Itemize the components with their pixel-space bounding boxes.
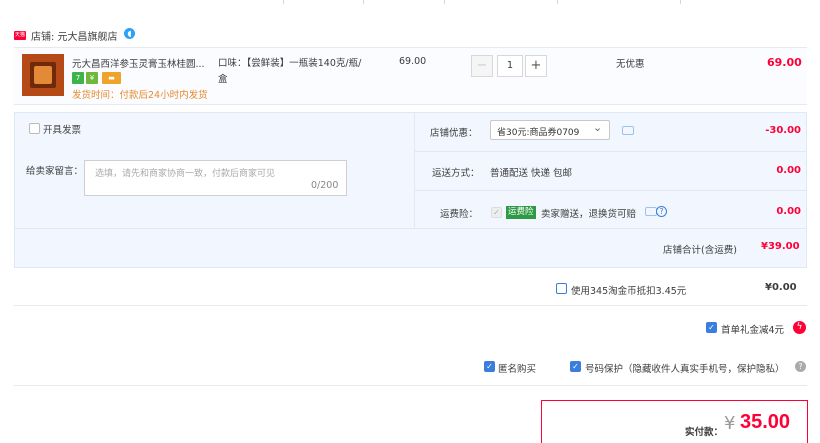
invoice-label[interactable]: 开具发票: [43, 122, 81, 136]
product-spec: 口味：【尝鲜装】一瓶装140克/瓶/盒: [218, 58, 362, 85]
price-protect-icon: ¥: [86, 72, 98, 84]
coin-label[interactable]: 使用345淘金币抵扣3.45元: [571, 283, 686, 297]
anonymous-label[interactable]: 匿名购买: [498, 361, 536, 375]
note-placeholder: 选填，请先和商家协商一致，付款后商家可见: [95, 169, 276, 179]
anonymous-checkbox[interactable]: ✓: [484, 361, 495, 372]
coin-amount: ¥0.00: [765, 282, 797, 293]
card-pay-icon: ▬: [102, 72, 121, 84]
unit-price: 69.00: [399, 56, 427, 67]
qty-plus-button[interactable]: +: [525, 55, 547, 77]
shipping-amount: 0.00: [776, 165, 801, 176]
payment-label: 实付款：: [685, 427, 724, 438]
chevron-down-icon[interactable]: ⌄: [593, 121, 602, 134]
shop-discount-label: 店铺优惠：: [430, 128, 478, 139]
ship-time: 发货时间：付款后24小时内发货: [72, 90, 208, 101]
options-divider: [414, 112, 415, 228]
note-char-count: 0/200: [311, 180, 339, 191]
privacy-checkbox[interactable]: ✓: [570, 361, 581, 372]
tmall-badge-icon: 天猫: [14, 31, 26, 40]
divider: [14, 305, 807, 306]
shop-name[interactable]: 店铺: 元大昌旗舰店: [31, 28, 118, 43]
shop-discount-value: 省30元:商品券0709: [497, 128, 580, 138]
item-line-total: 69.00: [767, 56, 802, 69]
item-promo: 无优惠: [616, 59, 645, 70]
product-thumbnail[interactable]: [22, 54, 64, 96]
lightning-icon: ϟ: [793, 321, 806, 334]
insurance-desc: 卖家赠送，退换货可赔: [541, 209, 637, 220]
quantity-stepper: − 1 +: [471, 55, 547, 77]
insurance-checkbox[interactable]: ✓: [491, 207, 502, 218]
product-title[interactable]: 元大昌西洋参玉灵膏玉林桂圆...: [72, 56, 218, 70]
shop-discount-amount: -30.00: [765, 125, 801, 136]
help-icon[interactable]: ?: [795, 361, 806, 372]
coin-checkbox[interactable]: [556, 283, 567, 294]
options-divider: [415, 190, 807, 191]
payment-total: 35.00: [740, 411, 791, 433]
first-order-label[interactable]: 首单礼金减4元: [721, 322, 784, 336]
help-icon[interactable]: ?: [656, 206, 667, 217]
seven-day-return-icon: 7: [72, 72, 84, 84]
insurance-tag: 运费险: [506, 206, 536, 219]
divider: [14, 385, 807, 386]
insurance-amount: 0.00: [776, 206, 801, 217]
invoice-checkbox[interactable]: [29, 123, 40, 134]
shipping-label: 运送方式：: [432, 168, 480, 179]
comment-icon[interactable]: [622, 126, 634, 135]
currency-symbol: ¥: [724, 413, 736, 434]
privacy-label[interactable]: 号码保护（隐藏收件人真实手机号，保护隐私）: [585, 361, 785, 375]
shipping-method: 普通配送 快递 包邮: [490, 168, 573, 179]
options-divider: [415, 151, 807, 152]
note-label: 给卖家留言：: [26, 166, 84, 177]
table-header-edge: [0, 0, 820, 4]
chat-bubble-icon[interactable]: ◖: [124, 28, 135, 39]
options-divider: [14, 228, 807, 229]
shop-subtotal-label: 店铺合计(含运费): [663, 245, 737, 256]
shop-subtotal-value: ¥39.00: [761, 241, 800, 252]
insurance-label: 运费险：: [440, 209, 479, 220]
qty-input[interactable]: 1: [497, 55, 523, 77]
first-order-checkbox[interactable]: ✓: [706, 322, 717, 333]
qty-minus-button[interactable]: −: [471, 55, 493, 77]
